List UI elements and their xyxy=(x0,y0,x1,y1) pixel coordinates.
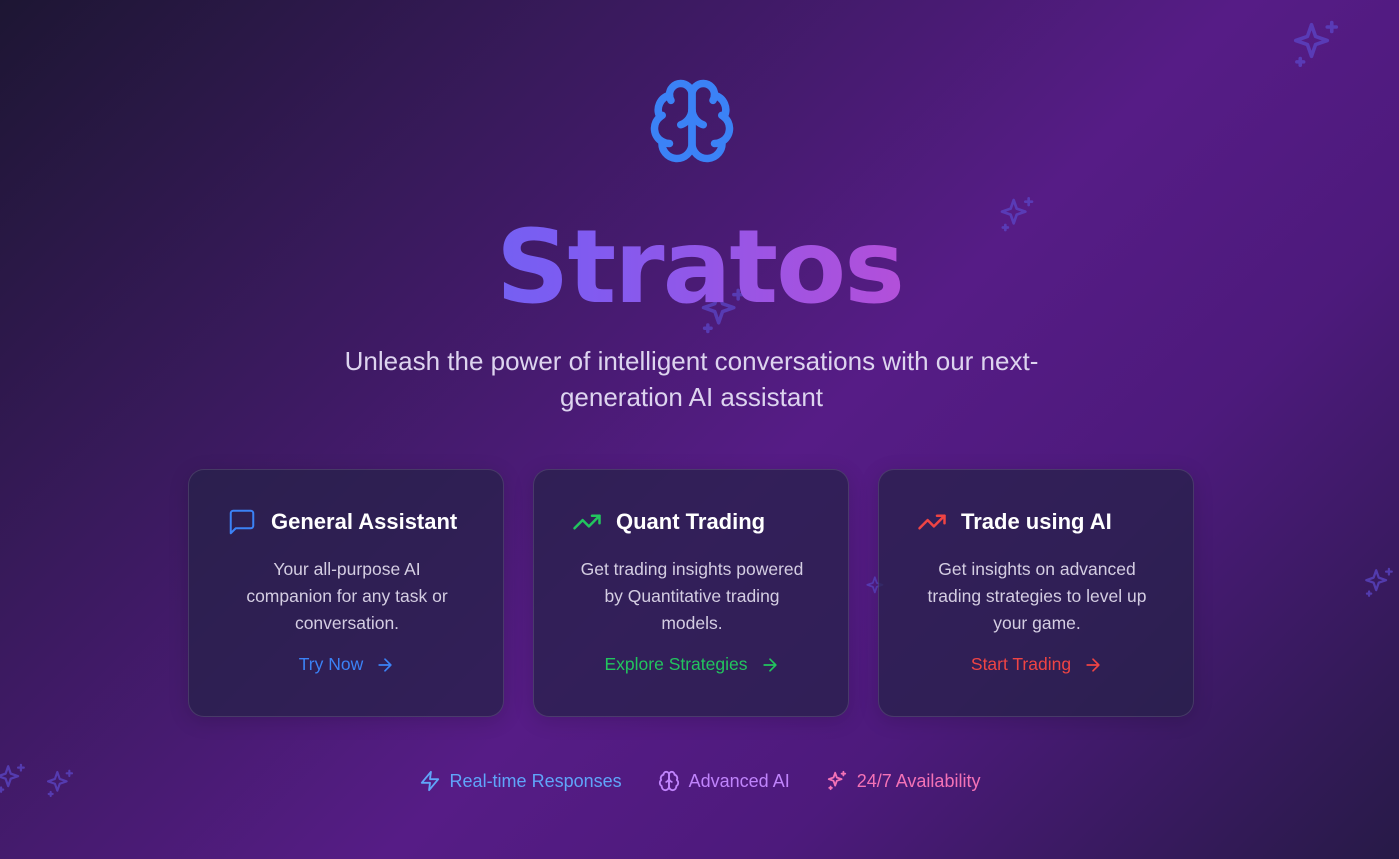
card-title: Quant Trading xyxy=(616,509,766,534)
card-description: Get insights on advanced trading strateg… xyxy=(927,559,1147,633)
card-description: Get trading insights powered by Quantita… xyxy=(580,559,804,633)
try-now-link[interactable]: Try Now xyxy=(189,654,505,675)
card-description: Your all-purpose AI companion for any ta… xyxy=(246,559,448,633)
card-general-assistant[interactable]: General Assistant Your all-purpose AI co… xyxy=(188,469,504,717)
explore-strategies-link[interactable]: Explore Strategies xyxy=(534,654,850,675)
arrow-right-icon xyxy=(762,657,777,672)
card-header: Trade using AI xyxy=(917,506,1112,538)
sparkle-icon xyxy=(1289,18,1343,72)
feature-label: Real-time Responses xyxy=(449,770,622,791)
card-trade-using-ai[interactable]: Trade using AI Get insights on advanced … xyxy=(878,469,1194,717)
card-quant-trading[interactable]: Quant Trading Get trading insights power… xyxy=(533,469,849,717)
hero-title: Stratos xyxy=(0,208,1399,328)
brain-icon xyxy=(647,76,737,166)
message-square-icon xyxy=(229,509,255,535)
card-header: General Assistant xyxy=(227,506,457,538)
link-label: Explore Strategies xyxy=(604,654,748,674)
feature-label: Advanced AI xyxy=(688,770,790,791)
feature-realtime: Real-time Responses xyxy=(419,770,622,792)
sparkle-icon xyxy=(1362,566,1396,600)
hero-subtitle: Unleash the power of intelligent convers… xyxy=(344,346,1039,412)
sparkles-icon xyxy=(827,770,846,791)
link-label: Start Trading xyxy=(970,654,1072,674)
arrow-right-icon xyxy=(1086,657,1100,672)
card-title: General Assistant xyxy=(271,509,458,534)
trending-up-icon xyxy=(573,514,601,530)
card-header: Quant Trading xyxy=(572,506,765,538)
arrow-right-icon xyxy=(378,657,392,672)
card-title: Trade using AI xyxy=(961,509,1112,534)
trending-up-icon xyxy=(918,514,946,530)
start-trading-link[interactable]: Start Trading xyxy=(879,654,1195,675)
brain-icon xyxy=(658,770,679,792)
link-label: Try Now xyxy=(298,654,364,674)
feature-label: 24/7 Availability xyxy=(856,770,981,791)
feature-advanced-ai: Advanced AI xyxy=(658,770,790,792)
feature-availability: 24/7 Availability xyxy=(826,770,981,792)
feature-list: Real-time Responses Advanced AI 24/7 Ava… xyxy=(0,770,1399,792)
zap-icon xyxy=(420,770,439,792)
